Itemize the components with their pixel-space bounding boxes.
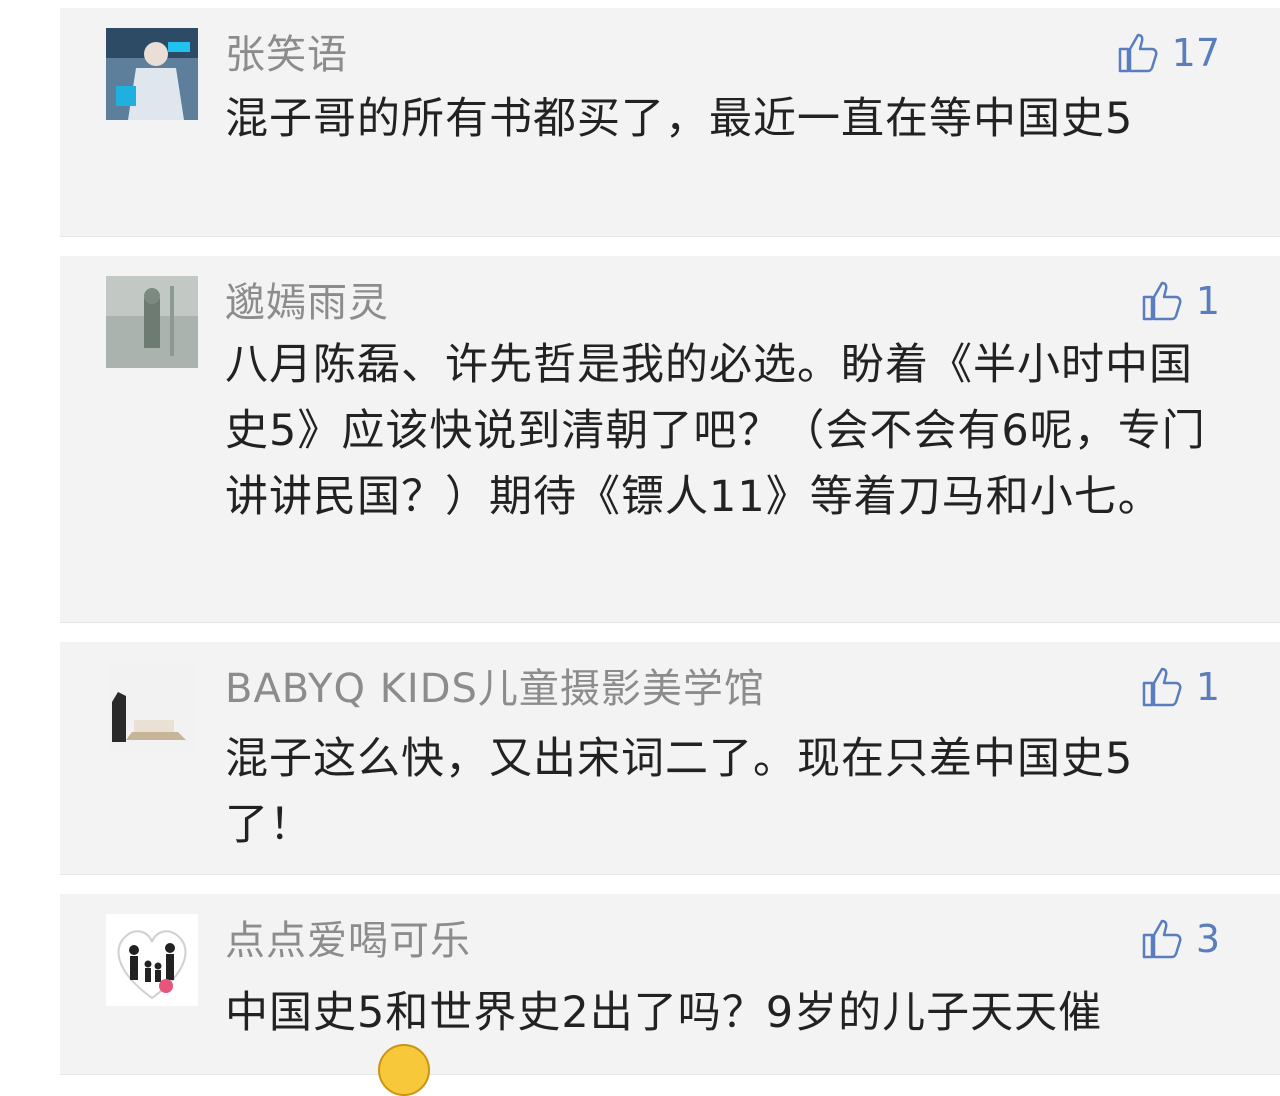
comment-text: 中国史5和世界史2出了吗？9岁的儿子天天催 (225, 988, 1103, 1038)
like-count: 3 (1195, 917, 1220, 961)
anime-character-avatar-icon (106, 28, 198, 120)
avatar[interactable] (106, 914, 198, 1006)
gray-photo-avatar-icon (106, 276, 198, 368)
comment-text: 混子哥的所有书都买了，最近一直在等中国史5 (225, 94, 1134, 144)
family-heart-avatar-icon (106, 914, 198, 1006)
like-count: 1 (1195, 665, 1220, 709)
wooden-horse-avatar-icon (106, 662, 198, 754)
thumbs-up-icon (1142, 667, 1182, 707)
comment-author[interactable]: 邈嫣雨灵 (225, 270, 389, 328)
comment-card: 邈嫣雨灵 1 八月陈磊、许先哲是我的必选。盼着《半小时中国史5》应该快说到清朝了… (60, 256, 1280, 623)
like-count: 1 (1195, 279, 1220, 323)
avatar[interactable] (106, 276, 198, 368)
comment-card: 点点爱喝可乐 3 中国史5和世界史2出了吗？9岁的儿子天天催 (60, 894, 1280, 1096)
thumbs-up-icon (1118, 33, 1158, 73)
comment-card: BABYQ KIDS儿童摄影美学馆 1 混子这么快，又出宋词二了。现在只差中国史… (60, 642, 1280, 875)
comment-card: 张笑语 17 混子哥的所有书都买了，最近一直在等中国史5 (60, 8, 1280, 237)
avatar[interactable] (106, 28, 198, 120)
avatar[interactable] (106, 662, 198, 754)
comment-author[interactable]: BABYQ KIDS儿童摄影美学馆 (225, 656, 765, 714)
thumbs-up-icon (1142, 281, 1182, 321)
like-button[interactable]: 3 (1140, 914, 1220, 964)
thumbs-up-icon (1142, 919, 1182, 959)
like-button[interactable]: 1 (1140, 662, 1220, 712)
comment-author[interactable]: 点点爱喝可乐 (225, 908, 471, 966)
emoji-icon (378, 1044, 430, 1096)
like-count: 17 (1171, 31, 1220, 75)
like-button[interactable]: 17 (1116, 28, 1220, 78)
comment-author[interactable]: 张笑语 (225, 22, 348, 80)
comment-text: 混子这么快，又出宋词二了。现在只差中国史5了！ (225, 734, 1134, 850)
like-button[interactable]: 1 (1140, 276, 1220, 326)
comment-text: 八月陈磊、许先哲是我的必选。盼着《半小时中国史5》应该快说到清朝了吧？（会不会有… (225, 340, 1206, 522)
